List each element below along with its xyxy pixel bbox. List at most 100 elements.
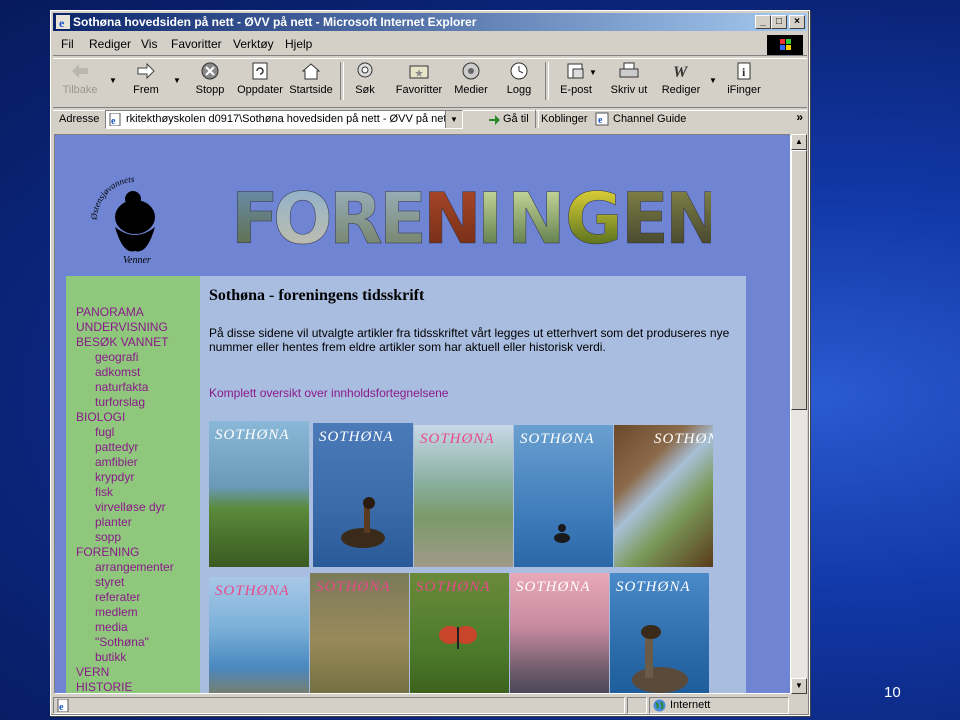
scroll-up-icon[interactable]: ▲ xyxy=(791,134,807,150)
toc-link[interactable]: Komplett oversikt over innholdsfortegnel… xyxy=(209,386,448,400)
menu-help[interactable]: Hjelp xyxy=(285,37,312,51)
nav-item[interactable]: "Sothøna" xyxy=(76,635,174,650)
refresh-button[interactable]: Oppdater xyxy=(235,58,285,104)
mail-button[interactable]: E-post xyxy=(553,58,599,104)
forward-arrow-icon xyxy=(137,62,155,80)
maximize-button[interactable]: □ xyxy=(771,15,787,29)
home-button[interactable]: Startside xyxy=(287,58,335,104)
browser-window: e Sothøna hovedsiden på nett - ØVV på ne… xyxy=(50,10,810,716)
nav-item[interactable]: HISTORIE xyxy=(76,680,174,693)
media-button[interactable]: Medier xyxy=(451,58,491,104)
nav-item[interactable]: amfibier xyxy=(76,455,174,470)
toolbar: Tilbake ▼ Frem ▼ Stopp Oppdater Startsid… xyxy=(53,58,807,106)
edit-button[interactable]: W Rediger xyxy=(657,58,705,104)
menu-edit[interactable]: Rediger xyxy=(89,37,131,51)
banner-letter: N xyxy=(507,181,566,249)
intro-text: På disse sidene vil utvalgte artikler fr… xyxy=(209,326,730,354)
nav-item[interactable]: UNDERVISNING xyxy=(76,320,174,335)
scroll-thumb[interactable] xyxy=(791,150,807,410)
menu-file[interactable]: Fil xyxy=(61,37,74,51)
magazine-cover[interactable]: SOTHØNA xyxy=(410,573,509,693)
nav-item[interactable]: turforslag xyxy=(76,395,174,410)
cover-title: SOTHØNA xyxy=(316,579,391,595)
links-chevron-icon[interactable]: » xyxy=(796,110,803,124)
nav-list: PANORAMA UNDERVISNING BESØK VANNET geografi… xyxy=(76,305,174,693)
banner-letter: N xyxy=(665,181,711,249)
main-content: Sothøna - foreningens tidsskrift På diss… xyxy=(200,276,746,693)
nav-item[interactable]: fisk xyxy=(76,485,174,500)
word-edit-icon: W xyxy=(673,64,689,81)
nav-item[interactable]: fugl xyxy=(76,425,174,440)
address-input[interactable]: e rkitekthøyskolen d0917\Sothøna hovedsi… xyxy=(105,110,463,129)
vertical-scrollbar[interactable]: ▲ ▼ xyxy=(791,134,807,694)
back-dropdown-icon[interactable]: ▼ xyxy=(109,76,117,85)
channel-guide-link[interactable]: Channel Guide xyxy=(613,113,686,125)
nav-item[interactable]: krypdyr xyxy=(76,470,174,485)
nav-item[interactable]: naturfakta xyxy=(76,380,174,395)
menu-tools[interactable]: Verktøy xyxy=(233,37,274,51)
magazine-cover[interactable]: SOTHØNA xyxy=(414,425,513,567)
favorites-button[interactable]: Favoritter xyxy=(389,58,449,104)
media-label: Medier xyxy=(454,84,488,96)
magazine-cover[interactable]: SOTHØNA xyxy=(510,573,609,693)
address-dropdown-icon[interactable]: ▼ xyxy=(445,111,462,128)
nav-item[interactable]: geografi xyxy=(76,350,174,365)
menu-view[interactable]: Vis xyxy=(141,37,157,51)
svg-text:e: e xyxy=(59,16,65,29)
forward-label: Frem xyxy=(133,84,159,96)
mail-dropdown-icon[interactable]: ▼ xyxy=(589,68,597,77)
favorites-folder-icon xyxy=(409,65,429,79)
nav-item[interactable]: FORENING xyxy=(76,545,174,560)
stop-icon xyxy=(201,62,219,80)
links-label[interactable]: Koblinger xyxy=(541,113,587,125)
nav-item[interactable]: planter xyxy=(76,515,174,530)
history-label: Logg xyxy=(506,84,532,96)
magazine-cover[interactable]: SOTHØNA xyxy=(310,573,409,693)
cover-title: SOTHØNA xyxy=(654,431,713,447)
nav-item[interactable]: PANORAMA xyxy=(76,305,174,320)
magazine-cover[interactable]: SOTHØNA xyxy=(614,425,713,567)
stop-button[interactable]: Stopp xyxy=(189,58,231,104)
nav-item[interactable]: medlem xyxy=(76,605,174,620)
back-button[interactable]: Tilbake xyxy=(57,58,103,104)
address-bar: Adresse e rkitekthøyskolen d0917\Sothøna… xyxy=(53,109,807,131)
goose-illustration xyxy=(632,625,688,693)
magazine-cover[interactable]: SOTHØNA xyxy=(610,573,709,693)
nav-item[interactable]: styret xyxy=(76,575,174,590)
duck-illustration xyxy=(554,524,570,543)
nav-item[interactable]: BESØK VANNET xyxy=(76,335,174,350)
forward-button[interactable]: Frem xyxy=(123,58,169,104)
banner-letter: I xyxy=(477,181,503,249)
menu-favorites[interactable]: Favoritter xyxy=(171,37,222,51)
title-bar[interactable]: e Sothøna hovedsiden på nett - ØVV på ne… xyxy=(53,13,807,31)
nav-item[interactable]: sopp xyxy=(76,530,174,545)
magazine-cover[interactable]: SOTHØNA xyxy=(209,577,309,693)
nav-item[interactable]: arrangementer xyxy=(76,560,174,575)
zone-label: Internett xyxy=(670,699,711,711)
history-button[interactable]: Logg xyxy=(501,58,537,104)
nav-item[interactable]: virvelløse dyr xyxy=(76,500,174,515)
magazine-cover[interactable]: SOTHØNA xyxy=(313,423,413,567)
print-button[interactable]: Skriv ut xyxy=(605,58,653,104)
nav-item[interactable]: VERN xyxy=(76,665,174,680)
nav-item[interactable]: butikk xyxy=(76,650,174,665)
nav-item[interactable]: referater xyxy=(76,590,174,605)
edit-dropdown-icon[interactable]: ▼ xyxy=(709,76,717,85)
magazine-cover[interactable]: SOTHØNA xyxy=(514,425,613,567)
cover-title: SOTHØNA xyxy=(215,427,290,443)
nav-item[interactable]: media xyxy=(76,620,174,635)
magazine-cover[interactable]: SOTHØNA xyxy=(209,421,309,567)
cover-title: SOTHØNA xyxy=(616,579,691,595)
nav-item[interactable]: pattedyr xyxy=(76,440,174,455)
forward-dropdown-icon[interactable]: ▼ xyxy=(173,76,181,85)
banner-letter: F xyxy=(231,181,279,249)
nav-item[interactable]: adkomst xyxy=(76,365,174,380)
ifinger-button[interactable]: i iFinger xyxy=(721,58,767,104)
minimize-button[interactable]: _ xyxy=(755,15,771,29)
search-button[interactable]: Søk xyxy=(347,58,383,104)
scroll-down-icon[interactable]: ▼ xyxy=(791,678,807,694)
nav-item[interactable]: BIOLOGI xyxy=(76,410,174,425)
close-button[interactable]: × xyxy=(789,15,805,29)
print-label: Skriv ut xyxy=(610,84,648,96)
banner-letter: O xyxy=(273,181,333,249)
